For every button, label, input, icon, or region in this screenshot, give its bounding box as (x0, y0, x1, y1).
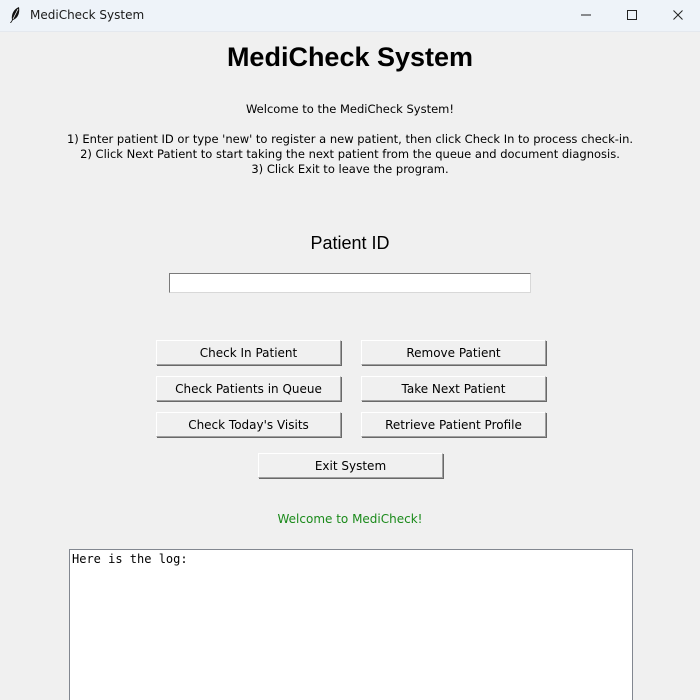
check-queue-button[interactable]: Check Patients in Queue (156, 376, 341, 401)
close-button[interactable] (655, 0, 700, 31)
instruction-step-1: 1) Enter patient ID or type 'new' to reg… (66, 132, 634, 146)
minimize-button[interactable] (563, 0, 609, 31)
page-title: MediCheck System (226, 42, 474, 72)
check-in-patient-button[interactable]: Check In Patient (156, 340, 341, 365)
feather-icon (8, 6, 22, 24)
patient-id-input[interactable] (169, 273, 531, 293)
close-icon (672, 6, 684, 25)
take-next-patient-button[interactable]: Take Next Patient (361, 376, 546, 401)
retrieve-patient-profile-button[interactable]: Retrieve Patient Profile (361, 412, 546, 437)
welcome-text: Welcome to the MediCheck System! (245, 102, 454, 116)
instruction-step-3: 3) Click Exit to leave the program. (251, 162, 449, 176)
window-title: MediCheck System (30, 8, 145, 22)
remove-patient-button[interactable]: Remove Patient (361, 340, 546, 365)
instruction-step-2: 2) Click Next Patient to start taking th… (80, 147, 620, 161)
check-todays-visits-button[interactable]: Check Today's Visits (156, 412, 341, 437)
app-window: MediCheck System MediCheck System Welcom… (0, 0, 700, 700)
maximize-icon (626, 6, 638, 25)
minimize-icon (580, 6, 592, 25)
log-textarea[interactable]: Here is the log: (69, 549, 633, 700)
title-bar[interactable]: MediCheck System (0, 0, 700, 32)
status-message: Welcome to MediCheck! (277, 512, 423, 526)
patient-id-label: Patient ID (310, 233, 390, 253)
maximize-button[interactable] (609, 0, 655, 31)
exit-system-button[interactable]: Exit System (258, 453, 443, 478)
